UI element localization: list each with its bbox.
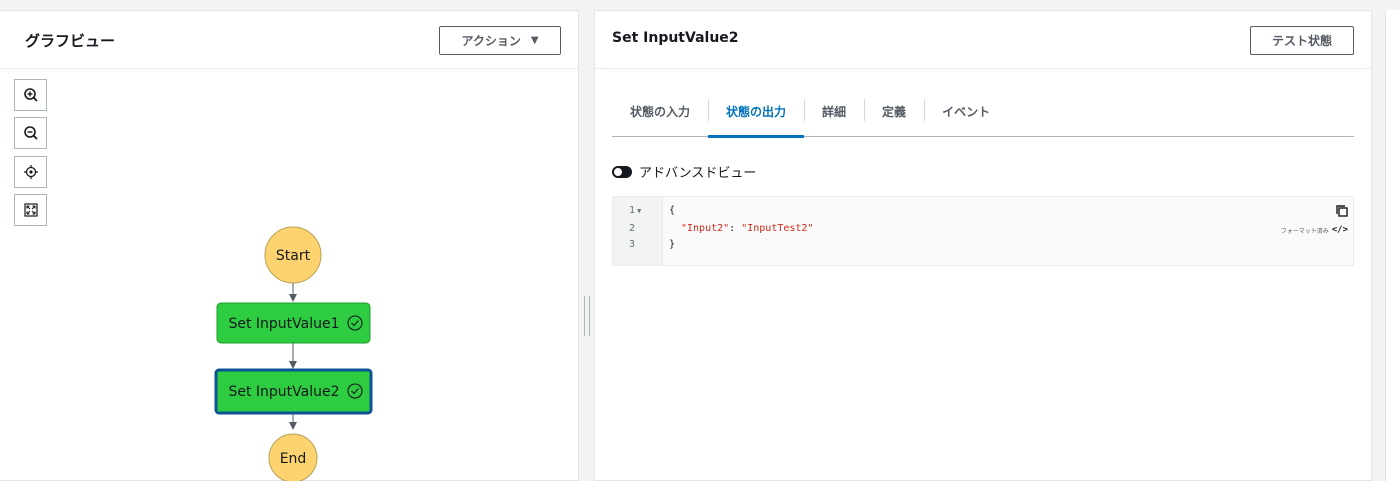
format-label: フォーマット済み [1280, 227, 1329, 235]
action-button-label: アクション [461, 34, 521, 48]
test-state-button[interactable]: テスト状態 [1250, 26, 1354, 55]
node-set-inputvalue1-label: Set InputValue1 [228, 316, 339, 332]
tab-state-output[interactable]: 状態の出力 [708, 95, 805, 138]
node-end-label: End [280, 451, 307, 467]
node-set-inputvalue1[interactable]: Set InputValue1 [216, 302, 371, 344]
code-line-3: } [669, 239, 676, 250]
line-number-2: 2 [629, 223, 636, 234]
tab-events[interactable]: イベント [924, 95, 1008, 137]
code-line-1: { [669, 205, 676, 216]
tab-definition[interactable]: 定義 [864, 95, 924, 137]
copy-icon[interactable] [1335, 204, 1349, 218]
node-start[interactable]: Start [264, 226, 322, 284]
tab-state-input[interactable]: 状態の入力 [612, 95, 708, 137]
advanced-view-label: アドバンスドビュー [639, 166, 757, 181]
state-graph: Start Set InputValue1 Set InputValue2 En… [214, 226, 373, 481]
detail-panel-title: Set InputValue2 [612, 30, 739, 46]
detail-tabs: 状態の入力 状態の出力 詳細 定義 イベント [612, 95, 1354, 138]
detail-panel-header: Set InputValue2 テスト状態 [595, 11, 1371, 69]
node-start-label: Start [276, 248, 311, 264]
advanced-view-toggle[interactable] [612, 165, 632, 178]
node-end[interactable]: End [268, 433, 318, 481]
node-set-inputvalue2[interactable]: Set InputValue2 [214, 368, 373, 415]
line-number-1-text: 1 [629, 205, 636, 216]
scrollbar-track[interactable] [1385, 10, 1400, 481]
caret-down-icon: ▼ [530, 35, 539, 46]
panel-resize-handle[interactable] [584, 296, 590, 336]
code-line-2: "Input2": "InputTest2" [681, 221, 813, 237]
tab-details[interactable]: 詳細 [804, 95, 864, 137]
code-brackets-icon: </> [1331, 225, 1348, 235]
graph-panel-header: グラフビュー アクション ▼ [0, 11, 578, 69]
json-colon: : [729, 223, 742, 234]
graph-panel-title: グラフビュー [25, 32, 116, 50]
node-set-inputvalue2-label: Set InputValue2 [228, 384, 339, 400]
fold-arrow-icon[interactable]: ▼ [637, 207, 641, 215]
json-key: "Input2" [681, 223, 730, 234]
line-number-3: 3 [629, 239, 636, 250]
format-toggle[interactable]: フォーマット済み </> [1281, 225, 1348, 235]
test-state-button-label: テスト状態 [1271, 34, 1332, 48]
advanced-view-row: アドバンスドビュー [612, 162, 756, 181]
json-value: "InputTest2" [741, 223, 814, 234]
detail-panel: Set InputValue2 テスト状態 状態の入力 状態の出力 詳細 定義 … [594, 10, 1372, 481]
action-button[interactable]: アクション ▼ [439, 26, 561, 55]
output-code-viewer[interactable]: 1 ▼ 2 3 { "Input2": "InputTest2" } フォーマット… [612, 196, 1354, 266]
line-number-1: 1 ▼ [629, 203, 641, 219]
toggle-knob [614, 167, 622, 176]
graph-panel: グラフビュー アクション ▼ Start Set InputValue1 Set… [0, 10, 579, 481]
